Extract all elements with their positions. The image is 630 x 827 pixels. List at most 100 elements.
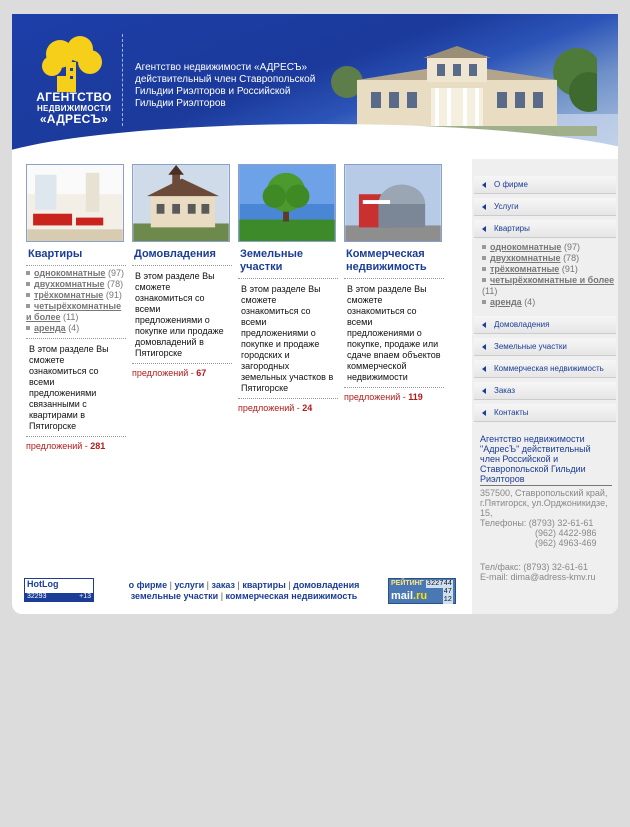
bullet-icon: [482, 245, 486, 249]
header-divider: [122, 34, 123, 126]
offers-label: предложений -: [344, 392, 409, 402]
agency-info: Агентство недвижимости "АдресЪ" действит…: [480, 434, 612, 486]
rating-label: РЕЙТИНГ: [391, 580, 424, 587]
list-item: трёхкомнатные (91): [26, 290, 126, 301]
house-photo: [327, 46, 597, 136]
logo-line-3: «АДРЕСЪ»: [39, 112, 109, 126]
offers-counter[interactable]: предложений - 281: [26, 437, 126, 451]
count: (78): [107, 279, 124, 289]
apartments-link-1room[interactable]: однокомнатные: [34, 268, 105, 278]
apartments-link-rent[interactable]: аренда: [34, 323, 66, 333]
list-item: аренда (4): [26, 323, 126, 334]
offers-count: 24: [302, 403, 313, 413]
sidebar-item-land[interactable]: Земельные участки: [474, 338, 616, 356]
offers-counter[interactable]: предложений - 119: [344, 388, 444, 402]
count: (11): [63, 312, 79, 322]
count: (11): [482, 286, 498, 296]
address: 357500, Ставропольский край, г.Пятигорск…: [480, 488, 608, 518]
column-title-commercial[interactable]: Коммерческая недвижимость: [344, 245, 444, 279]
offers-count: 119: [408, 392, 423, 402]
submenu-link-3room[interactable]: трёхкомнатные: [490, 264, 559, 274]
houses-photo[interactable]: [132, 164, 230, 242]
bullet-icon: [482, 256, 486, 260]
sidebar-item-label: Земельные участки: [494, 342, 567, 351]
list-item: двухкомнатные (78): [482, 253, 618, 264]
column-description: В этом разделе Вы сможете ознакомиться с…: [132, 266, 232, 364]
submenu-link-rent[interactable]: аренда: [490, 297, 522, 307]
apartments-link-2room[interactable]: двухкомнатные: [34, 279, 105, 289]
list-item: двухкомнатные (78): [26, 279, 126, 290]
footer-link-apartments[interactable]: квартиры: [242, 580, 285, 590]
logo-text[interactable]: АГЕНТСТВО НЕДВИЖИМОСТИ «АДРЕСЪ»: [28, 91, 120, 126]
sidebar-item-about[interactable]: О фирме: [474, 176, 616, 194]
footer-links-row-1: о фирме | услуги | заказ | квартиры | до…: [128, 580, 360, 590]
count: (91): [105, 290, 122, 300]
sidebar-item-commercial[interactable]: Коммерческая недвижимость: [474, 360, 616, 378]
list-item: четырёхкомнатные и более (11): [26, 301, 126, 323]
count: (97): [107, 268, 124, 278]
hotlog-name: HotLog: [27, 579, 59, 589]
footer-link-services[interactable]: услуги: [174, 580, 204, 590]
apartments-photo[interactable]: [26, 164, 124, 242]
mailru-logo: mail.ru: [391, 590, 427, 602]
bullet-icon: [26, 326, 30, 330]
hotlog-counter[interactable]: HotLog 32293 +13: [24, 578, 94, 602]
footer-link-about[interactable]: о фирме: [129, 580, 167, 590]
offers-label: предложений -: [26, 441, 91, 451]
apartments-link-3room[interactable]: трёхкомнатные: [34, 290, 103, 300]
page: АГЕНТСТВО НЕДВИЖИМОСТИ «АДРЕСЪ» Агентств…: [12, 14, 618, 614]
arrow-left-icon: [482, 388, 486, 394]
rating-n2: 47: [442, 588, 453, 596]
arrow-left-icon: [482, 182, 486, 188]
sidebar-item-houses[interactable]: Домовладения: [474, 316, 616, 334]
column-description: В этом разделе Вы сможете ознакомиться с…: [238, 279, 338, 399]
column-title-apartments[interactable]: Квартиры: [26, 245, 126, 266]
arrow-left-icon: [482, 344, 486, 350]
arrow-left-icon: [482, 322, 486, 328]
offers-counter[interactable]: предложений - 24: [238, 399, 338, 413]
footer-link-order[interactable]: заказ: [212, 580, 235, 590]
column-title-land[interactable]: Земельные участки: [238, 245, 338, 279]
footer-link-houses[interactable]: домовладения: [293, 580, 359, 590]
bullet-icon: [482, 267, 486, 271]
footer-link-land[interactable]: земельные участки: [131, 591, 218, 601]
bullet-icon: [482, 278, 486, 282]
land-photo[interactable]: [238, 164, 336, 242]
email[interactable]: E-mail: dima@adress-kmv.ru: [480, 572, 612, 582]
sidebar-item-order[interactable]: Заказ: [474, 382, 616, 400]
bullet-icon: [26, 271, 30, 275]
count: (78): [563, 253, 580, 263]
count: (4): [68, 323, 80, 333]
submenu-link-2room[interactable]: двухкомнатные: [490, 253, 561, 263]
list-item: аренда (4): [482, 297, 618, 308]
phone-3: (962) 4963-469: [535, 538, 597, 548]
sidebar-item-contacts[interactable]: Контакты: [474, 404, 616, 422]
mailru-logo-main: mail: [391, 590, 414, 602]
offers-counter[interactable]: предложений - 67: [132, 364, 232, 378]
list-item: однокомнатные (97): [482, 242, 618, 253]
sidebar-item-services[interactable]: Услуги: [474, 198, 616, 216]
rating-n1: 322744: [425, 580, 453, 588]
arrow-left-icon: [482, 204, 486, 210]
column-title-houses[interactable]: Домовладения: [132, 245, 232, 266]
sidebar-item-label: Домовладения: [494, 320, 550, 329]
footer-link-commercial[interactable]: коммерческая недвижимость: [226, 591, 358, 601]
list-item: трёхкомнатные (91): [482, 264, 618, 275]
bullet-icon: [482, 300, 486, 304]
sidebar-submenu: однокомнатные (97) двухкомнатные (78) тр…: [472, 238, 618, 312]
commercial-photo[interactable]: [344, 164, 442, 242]
bullet-icon: [26, 282, 30, 286]
submenu-link-1room[interactable]: однокомнатные: [490, 242, 561, 252]
column-houses: Домовладения В этом разделе Вы сможете о…: [132, 164, 232, 378]
sidebar-item-label: Квартиры: [494, 224, 530, 233]
rating-n3: 12: [442, 596, 453, 604]
mailru-counter[interactable]: РЕЙТИНГ 322744 47 12 mail.ru: [388, 578, 456, 604]
submenu-link-4room[interactable]: четырёхкомнатные и более: [490, 275, 614, 285]
sidebar: О фирме Услуги Квартиры однокомнатные (9…: [472, 159, 618, 614]
sidebar-item-apartments[interactable]: Квартиры: [474, 220, 616, 238]
mailru-logo-ru: .ru: [413, 590, 428, 602]
column-description: В этом разделе Вы сможете ознакомиться с…: [26, 339, 126, 437]
sidebar-item-label: Коммерческая недвижимость: [494, 364, 604, 373]
logo-tree-icon: [42, 36, 102, 92]
